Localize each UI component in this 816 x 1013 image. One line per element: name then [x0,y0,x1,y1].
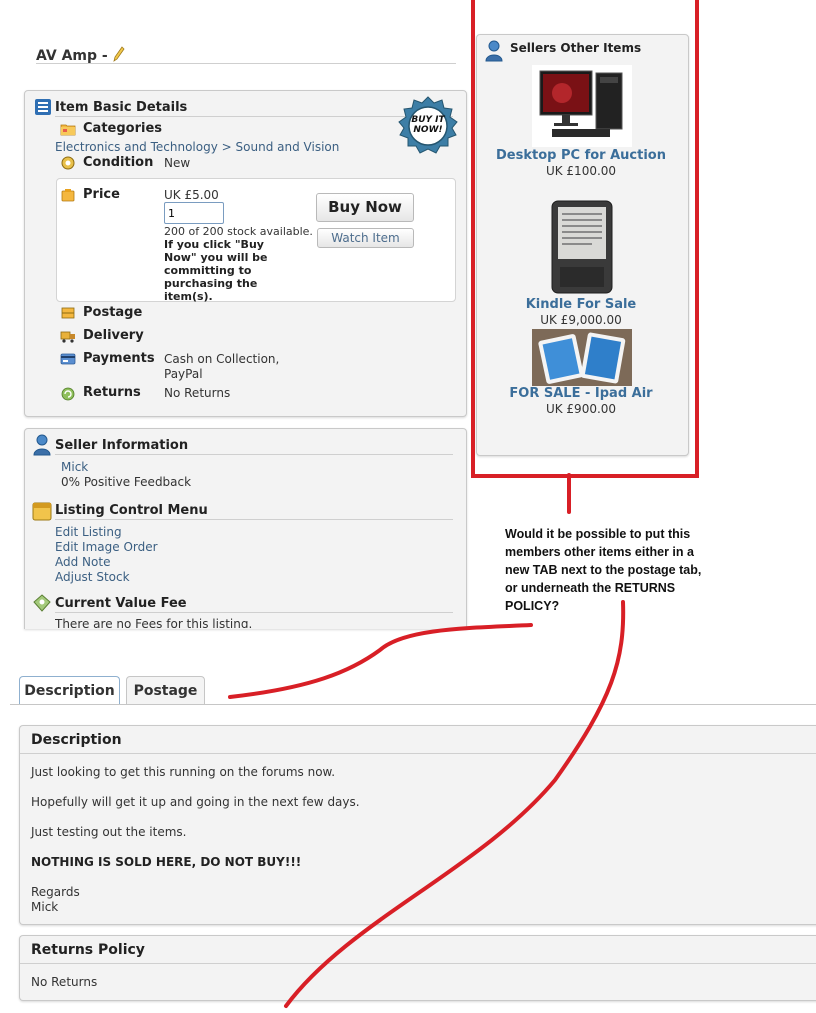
category-link-sound-vision[interactable]: Sound and Vision [236,140,340,154]
basic-header-rule [55,116,453,117]
seller-information-header: Seller Information [55,438,189,453]
returns-policy-header-rule [20,963,816,964]
tab-description[interactable]: Description [19,676,120,705]
annotation-line: members other items either in a [505,545,694,559]
fee-text-clip: There are no Fees for this listing. [55,614,453,628]
returns-policy-header: Returns Policy [31,942,145,958]
listing-title-text: AV Amp - [36,48,108,64]
seller-header-rule [55,454,453,455]
seller-name-link[interactable]: Mick [61,459,88,475]
user-icon [33,434,51,456]
current-value-fee-header: Current Value Fee [55,596,187,611]
tab-postage[interactable]: Postage [126,676,205,705]
description-regards: Regards [31,885,80,899]
categories-label: Categories [83,121,163,136]
postage-icon [60,305,76,321]
arrow-to-tab-stroke [228,623,533,699]
payments-value-2: PayPal [164,367,203,381]
tab-bar-rule [10,704,816,705]
annotation-line: or underneath the RETURNS [505,581,676,595]
edit-listing-link[interactable]: Edit Listing [55,524,122,540]
price-value: UK £5.00 [164,188,219,202]
commit-note: If you click "Buy Now" you will be commi… [164,238,268,303]
returns-policy-text: No Returns [31,975,98,989]
control-header-rule [55,519,453,520]
payments-label: Payments [83,351,155,366]
returns-label: Returns [83,385,141,400]
fee-text: There are no Fees for this listing. [55,617,253,628]
returns-value: No Returns [164,386,231,400]
badge-line2: NOW! [413,125,443,135]
delivery-label: Delivery [83,328,144,343]
listing-control-icon [31,500,53,522]
fee-icon [32,593,52,613]
postage-label: Postage [83,305,143,320]
delivery-truck-icon [60,328,76,344]
credit-card-icon [60,351,76,367]
quantity-input[interactable] [164,202,224,224]
seller-feedback: 0% Positive Feedback [61,475,192,489]
price-tag-icon [60,187,76,203]
annotation-note: Would it be possible to put this members… [505,525,701,615]
description-paragraph: Just looking to get this running on the … [31,765,336,779]
watch-item-button[interactable]: Watch Item [317,228,414,248]
description-signature: Mick [31,900,59,914]
returns-icon [60,385,76,401]
adjust-stock-link[interactable]: Adjust Stock [55,569,130,585]
category-breadcrumb: Electronics and Technology > Sound and V… [55,140,339,154]
item-basic-details-header: Item Basic Details [55,100,188,115]
condition-label: Condition [83,155,154,170]
stock-note: 200 of 200 stock available. [164,225,313,238]
buy-now-button[interactable]: Buy Now [316,193,414,222]
description-paragraph: Just testing out the items. [31,825,187,839]
annotation-line: new TAB next to the postage tab, [505,563,702,577]
listing-control-header: Listing Control Menu [55,503,208,518]
category-link-electronics[interactable]: Electronics and Technology [55,140,218,154]
description-warning: NOTHING IS SOLD HERE, DO NOT BUY!!! [31,855,302,869]
add-note-link[interactable]: Add Note [55,554,110,570]
category-separator: > [221,140,232,154]
edit-image-order-link[interactable]: Edit Image Order [55,539,158,555]
badge-line1: BUY IT [411,115,445,125]
annotation-line: POLICY? [505,599,560,613]
description-paragraph: Hopefully will get it up and going in th… [31,795,360,809]
annotation-line: Would it be possible to put this [505,527,691,541]
payments-value-1: Cash on Collection, [164,352,280,366]
condition-value: New [164,156,191,170]
red-highlight-box [471,0,699,478]
folder-icon [60,121,76,137]
condition-icon [60,155,76,171]
list-icon [34,98,51,115]
fee-header-rule [55,612,453,613]
description-header: Description [31,732,122,748]
description-header-rule [20,753,816,754]
price-label: Price [83,187,120,202]
title-rule [36,63,456,64]
buy-it-now-badge: BUY IT NOW! [397,96,459,158]
